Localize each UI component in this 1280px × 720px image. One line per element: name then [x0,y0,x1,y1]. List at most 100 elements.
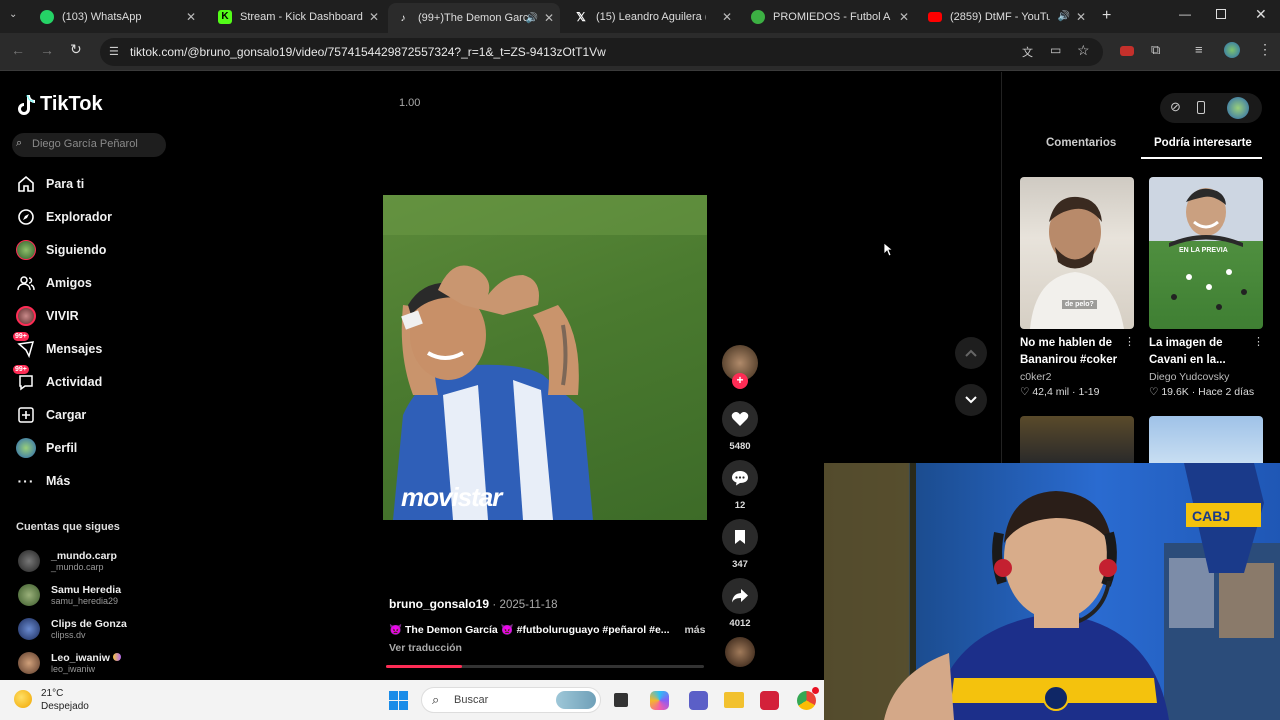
followed-account[interactable]: Clips de Gonza clipss.dv [18,618,127,640]
extension-youtube-icon[interactable] [1120,46,1134,56]
profile-icon[interactable] [1224,42,1240,58]
close-icon[interactable]: ✕ [369,10,379,24]
extensions-icon[interactable]: ⧉ [1151,42,1160,58]
compass-icon [16,207,36,227]
chrome-icon[interactable] [797,691,816,710]
activity-badge: 99+ [13,365,29,374]
sidebar-item-explorador[interactable]: Explorador [16,207,112,227]
new-tab-icon[interactable]: + [1102,7,1111,25]
music-disc-icon [725,637,755,667]
sidebar-item-vivir[interactable]: VIVIR [16,306,79,326]
sidebar-item-mas[interactable]: ··· Más [16,471,71,491]
options-icon[interactable]: ⋮ [1124,335,1135,348]
maximize-icon[interactable] [1216,9,1226,19]
sidebar-item-label: Cargar [46,408,87,422]
teams-icon[interactable] [689,691,708,710]
close-icon[interactable]: ✕ [1076,10,1086,24]
windows-start-icon[interactable] [389,691,408,710]
followed-account[interactable]: Samu Heredia samu_heredia29 [18,584,121,606]
follow-plus-icon[interactable]: + [732,373,748,389]
weather-widget[interactable]: 21°C Despejado [41,687,89,713]
search-icon: ⌕ [432,692,440,707]
tab-x[interactable]: 𝕏 (15) Leandro Aguilera (@Ta ✕ [566,4,738,29]
sidebar-item-cargar[interactable]: Cargar [16,405,86,425]
options-icon[interactable]: ⋮ [1253,335,1264,348]
like-button[interactable]: 5480 [722,401,758,452]
sidebar-item-perfil[interactable]: Perfil [16,438,77,458]
tab-promiedos[interactable]: PROMIEDOS - Futbol Argentino ✕ [743,4,915,29]
recommended-video-thumb[interactable]: EN LA PREVIA [1149,177,1263,329]
tiktok-logo[interactable]: TikTok [16,93,103,116]
forward-icon[interactable]: → [40,42,54,58]
tab-kick[interactable]: K Stream - Kick Dashboard ✕ [210,4,385,29]
reload-icon[interactable]: ↻ [70,41,82,58]
recommended-video-thumb[interactable] [1020,416,1134,463]
tab-whatsapp[interactable]: (103) WhatsApp ✕ [32,4,202,29]
close-icon[interactable]: ✕ [544,11,554,25]
tab-tiktok[interactable]: ♪ (99+)The Demon Garcia 🔊 ✕ [388,3,560,33]
close-icon[interactable]: ✕ [899,10,909,24]
file-explorer-icon[interactable] [724,692,744,708]
active-tab-underline [1141,157,1262,159]
recommended-video-author[interactable]: Diego Yudcovsky [1149,371,1229,383]
previous-video-button[interactable] [955,337,987,369]
video-player[interactable]: movistar [383,195,707,520]
comment-button[interactable]: 12 [722,460,758,511]
close-window-icon[interactable]: ✕ [1255,6,1267,23]
tab-podria-interesarte[interactable]: Podría interesarte [1154,137,1252,149]
sidebar-item-siguiendo[interactable]: Siguiendo [16,240,106,260]
recommended-video-title[interactable]: No me hablen de Bananirou #coker [1020,335,1128,369]
playback-speed[interactable]: 1.00 [399,97,420,109]
recommended-video-thumb[interactable] [1149,416,1263,463]
followed-account[interactable]: _mundo.carp _mundo.carp [18,550,117,572]
audio-icon[interactable]: 🔊 [1058,11,1070,22]
tab-comentarios[interactable]: Comentarios [1046,137,1116,149]
progress-fill [386,665,463,668]
task-view-icon[interactable] [614,693,628,707]
sidebar-item-actividad[interactable]: 99+ Actividad [13,365,102,392]
compass-icon[interactable]: ⊘ [1170,99,1181,115]
music-disc[interactable] [722,637,758,667]
site-info-icon[interactable]: ☰ [109,45,119,58]
tab-title: Stream - Kick Dashboard [240,10,363,23]
url-field[interactable]: ☰ tiktok.com/@bruno_gonsalo19/video/7574… [100,38,1103,66]
creator-avatar[interactable]: + [722,345,758,389]
back-icon[interactable]: ← [11,42,25,58]
minimize-icon[interactable]: — [1179,7,1191,21]
tab-youtube[interactable]: (2859) DtMF - YouTube 🔊 ✕ [920,4,1092,29]
next-video-button[interactable] [955,384,987,416]
sidebar-item-mensajes[interactable]: 99+ Mensajes [13,332,102,359]
sidebar-item-amigos[interactable]: Amigos [16,273,92,293]
media-control-icon[interactable]: ≡ [1195,42,1203,57]
translate-icon[interactable]: 文 [1022,44,1033,60]
phone-icon[interactable] [1197,101,1205,114]
cast-icon[interactable]: ▭ [1050,43,1061,57]
author-name[interactable]: bruno_gonsalo19 [389,597,489,611]
taskbar-search[interactable]: ⌕ Buscar [421,687,601,713]
translate-link[interactable]: Ver traducción [389,642,462,654]
recommended-video-title[interactable]: La imagen de Cavani en la... [1149,335,1257,369]
recommended-video-thumb[interactable]: de pelo? [1020,177,1134,329]
sidebar-item-para-ti[interactable]: Para ti [16,174,84,194]
close-icon[interactable]: ✕ [186,10,196,24]
audio-icon[interactable]: 🔊 [526,13,538,24]
search-input[interactable]: ⌕ Diego García Peñarol [12,133,166,157]
app-icon[interactable] [760,691,779,710]
share-button[interactable]: 4012 [722,578,758,629]
save-button[interactable]: 347 [722,519,758,570]
video-progress-bar[interactable] [386,665,704,668]
weather-icon[interactable] [14,690,32,708]
tab-list-icon[interactable]: ⌄ [9,9,23,23]
like-count: 5480 [729,441,751,452]
account-handle: _mundo.carp [51,562,104,572]
menu-icon[interactable]: ⋮ [1258,41,1272,58]
recommended-video-author[interactable]: c0ker2 [1020,371,1052,383]
profile-avatar-icon[interactable] [1227,97,1249,119]
more-link[interactable]: más [684,624,705,636]
close-icon[interactable]: ✕ [722,10,732,24]
avatar [18,652,40,674]
right-panel-toolbar: ⊘ [1160,93,1262,123]
copilot-icon[interactable] [650,691,669,710]
bookmark-star-icon[interactable]: ☆ [1077,42,1090,59]
followed-account[interactable]: Leo_iwaniw leo_iwaniw [18,652,121,674]
